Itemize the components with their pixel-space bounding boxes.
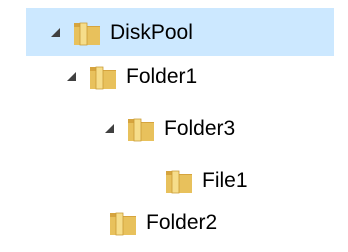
expanded-triangle-icon[interactable] [64, 69, 78, 83]
folder-icon [166, 170, 192, 194]
tree-item-label: File1 [202, 168, 248, 192]
tree-item-folder2[interactable]: Folder2 [84, 198, 217, 246]
expanded-triangle-icon[interactable] [48, 25, 62, 39]
tree-item-label: Folder2 [146, 210, 218, 234]
tree-item-folder3[interactable]: Folder3 [102, 104, 235, 152]
tree-view: DiskPool Folder1 Folder3 File1 Folder2 [0, 0, 348, 252]
tree-item-label: Folder3 [164, 116, 236, 140]
tree-item-diskpool[interactable]: DiskPool [26, 8, 334, 56]
folder-icon [128, 118, 154, 142]
expanded-triangle-icon[interactable] [102, 121, 116, 135]
tree-item-file1[interactable]: File1 [140, 156, 248, 204]
tree-item-folder1[interactable]: Folder1 [64, 52, 197, 100]
folder-icon [74, 22, 100, 46]
tree-item-label: DiskPool [110, 20, 193, 44]
folder-icon [110, 212, 136, 236]
folder-icon [90, 66, 116, 90]
tree-item-label: Folder1 [126, 64, 198, 88]
